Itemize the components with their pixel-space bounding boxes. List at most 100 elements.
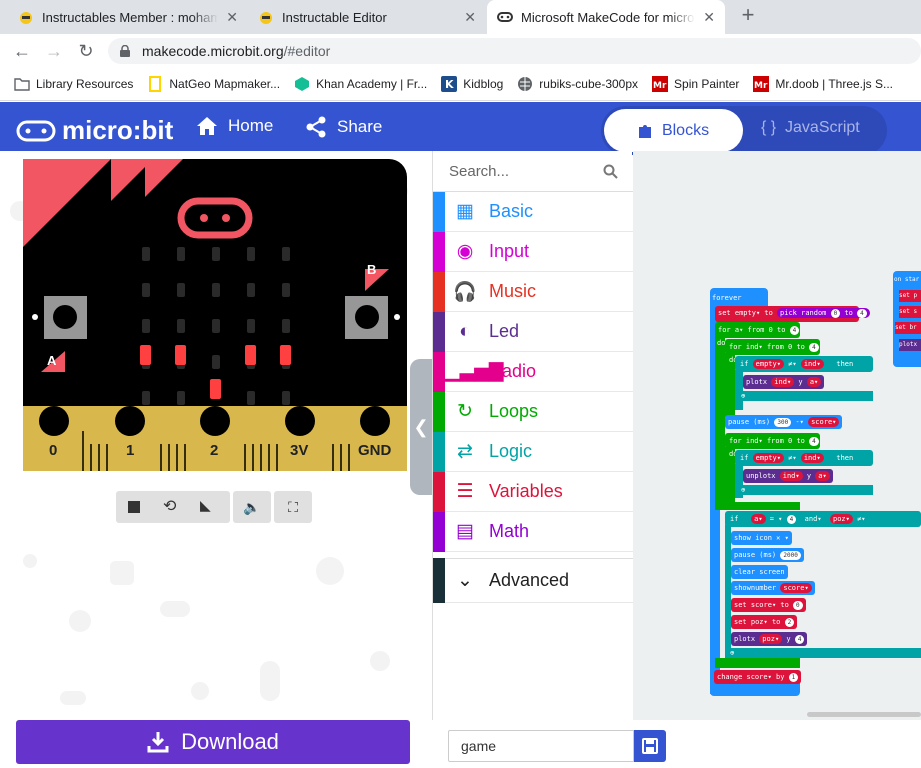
braces-icon: { } [761,119,777,136]
change-score-block[interactable]: change score▾ by 1 [714,670,802,684]
bookmark-library-resources[interactable]: Library Resources [14,76,133,92]
stop-icon[interactable] [128,501,140,513]
mrdoob-icon: Mr [753,76,770,92]
category-logic[interactable]: ⇄ Logic [433,431,633,472]
toolbox-search-input[interactable]: Search... [433,151,633,192]
restart-icon[interactable]: ⟲ [163,496,176,516]
mute-icon[interactable]: 🔈 [233,491,271,523]
set-poz-block[interactable]: set poz▾ to 2 [731,615,798,629]
close-tab-icon[interactable]: ✕ [464,9,476,26]
plotx-block[interactable]: plotx ind▾ y a▾ [743,375,825,389]
natgeo-icon [147,76,163,92]
editor-bottom-bar: Download game [0,720,921,768]
if-foot [735,485,873,495]
tab-instructables-member[interactable]: Instructables Member : mohammed ✕ [8,0,248,34]
blocks-tab[interactable]: Blocks [604,109,743,152]
horizontal-scrollbar[interactable] [807,712,921,717]
reload-icon[interactable]: ↻ [77,42,95,60]
share-icon [306,116,326,138]
globe-icon [517,76,533,92]
category-input[interactable]: ◉ Input [433,231,633,272]
show-icon-block[interactable]: show icon ✕ ▾ [731,531,792,545]
clear-screen-block[interactable]: clear screen [731,565,788,579]
javascript-label: JavaScript [785,119,860,136]
forever-foot [710,682,800,696]
tab-makecode[interactable]: Microsoft MakeCode for micro:bit ✕ [487,0,725,34]
pause-block[interactable]: pause (ms) 300 -▾ score▾ [725,415,843,429]
url-field[interactable]: makecode.microbit.org/#editor [108,38,921,64]
plotx-block-2[interactable]: plotx [899,339,921,351]
home-label: Home [228,116,274,135]
set-br-block[interactable]: set br [895,322,921,334]
url-path: /#editor [283,43,331,59]
set-empty-block[interactable]: set empty▾ to pick random 0 to 4 [715,306,870,322]
javascript-tab[interactable]: { } JavaScript [761,119,860,137]
category-label: Math [489,521,530,541]
set-score-block[interactable]: set score▾ to 0 [731,598,806,612]
forever-label: forever [712,294,742,302]
download-button[interactable]: Download [16,720,410,764]
button-b-label: B [367,262,377,277]
new-tab-button[interactable]: + [736,4,760,28]
save-button[interactable] [634,730,666,762]
khan-academy-icon [294,76,310,92]
bookmark-kidblog[interactable]: K Kidblog [441,76,503,92]
pin-1-label: 1 [126,442,135,459]
for-ind-label: for ind▾ from 0 to 4 [729,434,819,448]
fullscreen-icon[interactable]: ⛶ [274,491,312,523]
instructables-robot-icon [258,9,274,25]
puzzle-piece-icon [638,124,651,138]
bookmark-khan-academy[interactable]: Khan Academy | Fr... [294,76,427,92]
unplotx-block[interactable]: unplotx ind▾ y a▾ [743,469,833,483]
category-label: Variables [489,481,563,501]
home-button[interactable]: Home [196,116,273,136]
microbit-logo[interactable]: micro:bit [16,115,173,146]
category-basic[interactable]: ▦ Basic [433,191,633,232]
set-s-block[interactable]: set s [899,306,921,318]
category-label: Advanced [489,570,570,590]
category-radio[interactable]: ▁▃▅▇ Radio [433,351,633,392]
add-branch-icon[interactable]: ⊕ [741,483,745,497]
button-a[interactable] [44,297,88,341]
close-tab-icon[interactable]: ✕ [226,9,238,26]
pause-block-2[interactable]: pause (ms) 2000 [731,548,804,562]
tab-instructable-editor[interactable]: Instructable Editor ✕ [248,0,486,34]
category-advanced[interactable]: ⌄ Advanced [433,558,633,603]
microbit-logo-icon [16,120,56,141]
show-number-block[interactable]: shownumber score▾ [731,581,815,595]
category-music[interactable]: 🎧 Music [433,271,633,312]
collapse-simulator-button[interactable]: ❮ [410,359,432,495]
blocks-label: Blocks [661,121,710,139]
category-label: Input [489,241,530,261]
bookmark-rubiks-cube[interactable]: rubiks-cube-300px [517,76,638,92]
category-math[interactable]: ▤ Math [433,511,633,552]
category-label: Logic [489,441,533,461]
share-button[interactable]: Share [305,116,382,138]
headphones-icon: 🎧 [453,281,477,303]
close-tab-icon[interactable]: ✕ [703,9,715,26]
set-p-block[interactable]: set p [899,290,921,302]
download-icon [147,732,169,753]
if-foot [735,391,873,401]
shuffle-icon: ⇄ [457,441,473,462]
signal-bars-icon: ▁▃▅▇ [445,361,504,382]
category-variables[interactable]: ☰ Variables [433,471,633,512]
project-name-input[interactable]: game [448,730,634,762]
blocks-workspace[interactable]: forever set empty▾ to pick random 0 to 4… [633,151,921,720]
forward-arrow-icon[interactable]: → [45,42,63,60]
category-loops[interactable]: ↻ Loops [433,391,633,432]
bookmark-label: Spin Painter [674,77,740,91]
back-arrow-icon[interactable]: ← [13,42,31,60]
bookmark-natgeo[interactable]: NatGeo Mapmaker... [147,76,280,92]
target-icon: ◉ [456,241,474,262]
pin-0-label: 0 [49,442,58,459]
bookmark-spin-painter[interactable]: Mr Spin Painter [652,76,739,92]
makecode-header: micro:bit Home Share Blocks { } JavaScri… [0,102,921,155]
add-branch-icon[interactable]: ⊕ [741,389,745,403]
if-label: if empty▾ ≠▾ ind▾ then [740,359,854,369]
button-b[interactable] [345,297,389,341]
plotx-poz-block[interactable]: plotx poz▾ y 4 [731,632,808,646]
category-led[interactable]: ◐ Led [433,311,633,352]
bookmark-mrdoob-threejs[interactable]: Mr Mr.doob | Three.js S... [753,76,893,92]
slow-mo-icon[interactable]: ◣ [200,497,211,514]
